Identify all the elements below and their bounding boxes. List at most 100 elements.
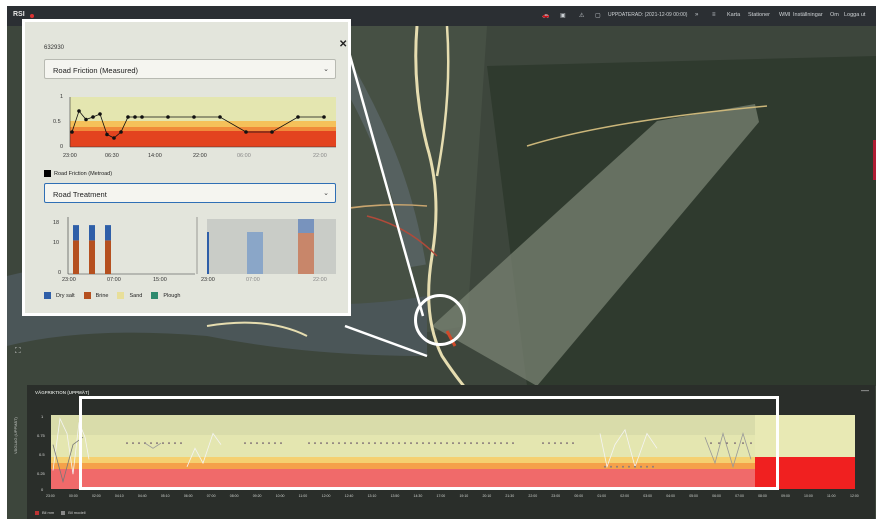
side-panel-tab[interactable] (873, 140, 876, 180)
friction-point (126, 115, 130, 119)
bottom-point (572, 442, 574, 445)
truck-icon[interactable]: ▣ (560, 12, 566, 19)
ty-tick-18: 18 (53, 220, 60, 226)
bottom-point (452, 442, 454, 445)
treatment-bar (89, 240, 95, 274)
bottom-point (356, 442, 358, 445)
bottom-point (616, 465, 618, 468)
bottom-point (710, 442, 712, 445)
legend-plough[interactable]: Plough (163, 293, 180, 299)
bottom-point (422, 442, 424, 445)
bottom-x-tick: 09:20 (252, 494, 262, 498)
bottom-x-tick: 09:00 (781, 494, 790, 498)
bottom-point (374, 442, 376, 445)
bottom-x-tick: 13:10 (367, 494, 377, 498)
nav-karta[interactable]: Karta (727, 12, 740, 18)
legend-bil-mm[interactable]: Bil mm (42, 510, 54, 515)
bottom-point (250, 442, 252, 445)
treatment-bar (89, 225, 95, 241)
layers-icon[interactable]: ≡ (712, 12, 716, 18)
bottom-x-tick: 12:00 (321, 494, 331, 498)
bottom-point (488, 442, 490, 445)
close-icon[interactable]: ✕ (339, 39, 347, 50)
bottom-point (506, 442, 508, 445)
bottom-point (628, 465, 630, 468)
friction-point (105, 132, 109, 137)
legend-sand[interactable]: Sand (129, 293, 142, 299)
bottom-point (610, 465, 612, 468)
bottom-x-tick: 02:00 (91, 494, 101, 498)
treatment-bar (73, 240, 79, 274)
bottom-point (560, 442, 562, 445)
fx-tick-3: 22:00 (193, 153, 207, 159)
tx-tick-0: 23:00 (62, 277, 76, 283)
bottom-x-tick: 04:10 (114, 494, 124, 498)
fy-tick-1: 1 (60, 94, 64, 100)
nav-installningar[interactable]: Inställningar (793, 12, 823, 18)
bottom-x-tick: 21:30 (505, 494, 515, 498)
friction-point (133, 115, 137, 119)
bottom-point (446, 442, 448, 445)
friction-point (270, 130, 274, 134)
nav-logout[interactable]: Logga ut (844, 12, 865, 18)
friction-legend-label: Road Friction (Metroad) (54, 170, 113, 177)
bottom-point (512, 442, 514, 445)
side-label: VÄGLAG (UPPMÄT) (13, 417, 18, 454)
car-icon[interactable]: 🚗 (542, 12, 549, 19)
bottom-point (138, 442, 140, 445)
bottom-point (652, 465, 654, 468)
ty-tick-10: 10 (53, 240, 60, 246)
bottom-point (386, 442, 388, 445)
friction-point (218, 115, 222, 119)
bottom-point (476, 442, 478, 445)
bil-modell-swatch (61, 510, 66, 515)
bottom-point (314, 442, 316, 445)
fullscreen-icon[interactable]: ⛶ (15, 346, 21, 356)
bottom-x-tick: 04:40 (137, 494, 147, 498)
bottom-x-tick: 12:40 (344, 494, 354, 498)
nav-wmi[interactable]: WMI (779, 12, 790, 18)
bil-mm-swatch (35, 510, 39, 515)
friction-select[interactable]: Road Friction (Measured) ⌄ (44, 59, 336, 79)
bottom-point (750, 442, 752, 445)
calendar-icon[interactable]: ▢ (595, 12, 601, 19)
bottom-point (268, 442, 270, 445)
nav-stationer[interactable]: Stationer (748, 12, 770, 18)
warning-icon[interactable]: ⚠ (579, 12, 584, 19)
bottom-legend: Bil mm Bil modell (35, 510, 86, 515)
fx-tick-4: 06:00 (237, 153, 251, 159)
bottom-point (256, 442, 258, 445)
bottom-x-tick: 04:00 (666, 494, 675, 498)
bottom-x-tick: 20:10 (482, 494, 492, 498)
legend-dry-salt[interactable]: Dry salt (56, 293, 75, 299)
bottom-point (718, 442, 720, 445)
bottom-point (332, 442, 334, 445)
bottom-point (308, 442, 310, 445)
bottom-x-tick: 00:00 (68, 494, 78, 498)
tx-tick-3: 23:00 (201, 277, 215, 283)
legend-brine[interactable]: Brine (96, 293, 109, 299)
bottom-point (362, 442, 364, 445)
friction-legend[interactable]: Road Friction (Metroad) (44, 170, 112, 177)
treatment-select[interactable]: Road Treatment ⌄ (44, 183, 336, 203)
bottom-point (368, 442, 370, 445)
bottom-point (320, 442, 322, 445)
bottom-x-tick: 23:00 (46, 494, 55, 498)
bottom-point (350, 442, 352, 445)
bottom-point (274, 442, 276, 445)
bottom-point (542, 442, 544, 445)
bottom-point (156, 442, 158, 445)
bottom-point (482, 442, 484, 445)
bottom-x-tick: 03:00 (643, 494, 653, 498)
legend-bil-modell[interactable]: Bil modell (68, 510, 85, 515)
fast-forward-icon[interactable]: » (695, 12, 698, 18)
bottom-x-tick: 00:00 (574, 494, 584, 498)
friction-point (91, 115, 95, 119)
bottom-x-tick: 01:00 (597, 494, 607, 498)
bottom-point (646, 465, 648, 468)
bottom-point (622, 465, 624, 468)
by-tick-075: 0.75 (37, 433, 45, 438)
brine-swatch (83, 292, 91, 299)
nav-om[interactable]: Om (830, 12, 839, 18)
bottom-x-tick: 10:00 (275, 494, 285, 498)
